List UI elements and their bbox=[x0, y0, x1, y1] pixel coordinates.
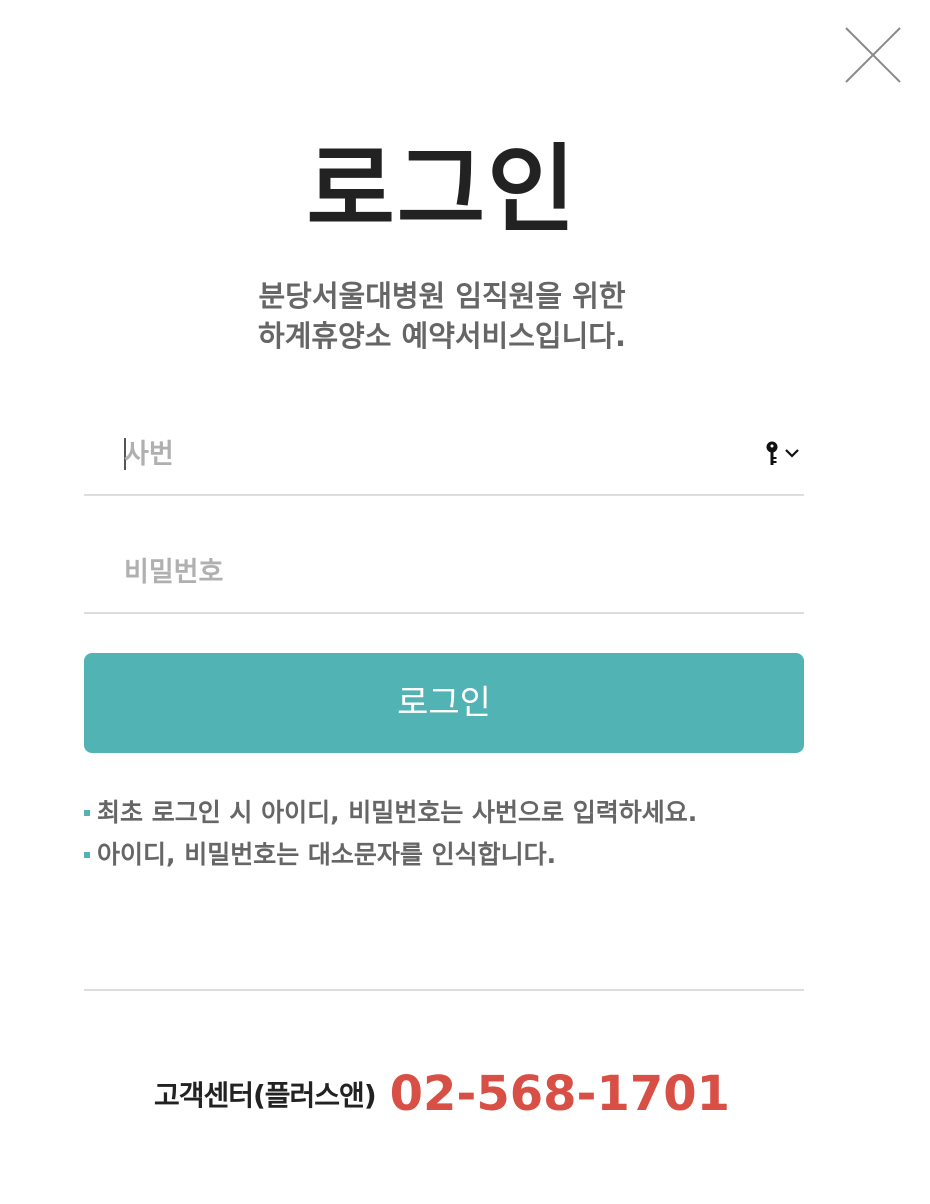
close-button[interactable] bbox=[844, 26, 902, 84]
page-title: 로그인 bbox=[306, 134, 578, 246]
key-icon bbox=[766, 441, 799, 465]
customer-center-label: 고객센터(플러스앤) bbox=[153, 1079, 377, 1112]
login-notes: 최초 로그인 시 아이디, 비밀번호는 사번으로 입력하세요. 아이디, 비밀번… bbox=[84, 792, 844, 876]
square-bullet-icon bbox=[84, 810, 90, 816]
login-button[interactable]: 로그인 bbox=[84, 653, 804, 753]
chevron-down-icon bbox=[785, 449, 799, 458]
password-autofill-button[interactable] bbox=[764, 441, 804, 467]
phone-number-link[interactable]: 02-568-1701 bbox=[390, 1066, 730, 1122]
divider bbox=[84, 989, 804, 991]
password-field bbox=[84, 532, 804, 614]
close-icon bbox=[845, 27, 901, 83]
subtitle-line-2: 하계휴양소 예약서비스입니다. bbox=[258, 319, 626, 353]
note-item: 아이디, 비밀번호는 대소문자를 인식합니다. bbox=[84, 834, 844, 876]
password-input[interactable] bbox=[124, 550, 724, 594]
note-text: 최초 로그인 시 아이디, 비밀번호는 사번으로 입력하세요. bbox=[97, 798, 698, 827]
login-dialog: 로그인 분당서울대병원 임직원을 위한 하계휴양소 예약서비스입니다. 로그인 … bbox=[0, 0, 930, 1204]
note-text: 아이디, 비밀번호는 대소문자를 인식합니다. bbox=[97, 840, 557, 869]
page-subtitle: 분당서울대병원 임직원을 위한 하계휴양소 예약서비스입니다. bbox=[0, 276, 884, 356]
employee-id-input[interactable] bbox=[124, 432, 724, 476]
employee-id-field bbox=[84, 414, 804, 496]
note-item: 최초 로그인 시 아이디, 비밀번호는 사번으로 입력하세요. bbox=[84, 792, 844, 834]
square-bullet-icon bbox=[84, 852, 90, 858]
subtitle-line-1: 분당서울대병원 임직원을 위한 bbox=[258, 279, 626, 313]
customer-center: 고객센터(플러스앤) 02-568-1701 bbox=[0, 1066, 884, 1122]
